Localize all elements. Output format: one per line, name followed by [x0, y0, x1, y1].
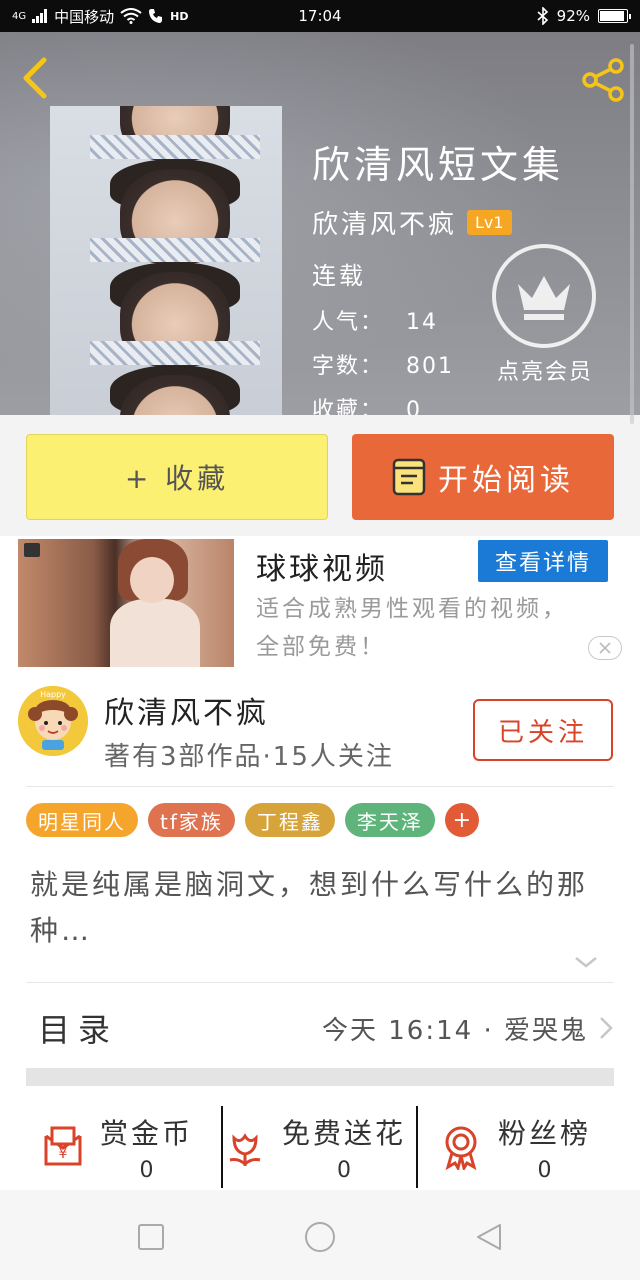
add-tag-button[interactable]: +: [444, 803, 479, 837]
svg-text:¥: ¥: [59, 1146, 68, 1162]
tag-list: 明星同人 tf家族 丁程鑫 李天泽 +: [26, 803, 479, 837]
phone-hd-icon: [149, 9, 163, 23]
reward-flowers[interactable]: 免费送花 0: [222, 1104, 406, 1190]
status-left: 4G 中国移动 HD: [12, 6, 188, 27]
tag-item[interactable]: 丁程鑫: [244, 803, 335, 837]
hd-indicator: HD: [170, 9, 189, 23]
close-icon: [599, 642, 611, 654]
word-count-value: 801: [406, 354, 455, 379]
wifi-icon: [120, 8, 142, 24]
status-bar: 4G 中国移动 HD 17:04 92%: [0, 0, 640, 32]
reward-coins[interactable]: ¥ 赏金币 0: [40, 1104, 193, 1190]
tag-item[interactable]: 李天泽: [344, 803, 435, 837]
recent-apps-button[interactable]: [136, 1222, 166, 1252]
word-count-label: 字数：: [312, 354, 385, 379]
battery-icon: [598, 9, 631, 23]
battery-percent: 92%: [556, 7, 590, 25]
status-right: 92%: [537, 7, 631, 25]
ad-title[interactable]: 球球视频: [256, 544, 388, 588]
book-icon: [392, 458, 426, 496]
reward-separator: [416, 1106, 418, 1188]
cover-photo-strip: [50, 159, 282, 264]
favorites-label: 收藏：: [312, 398, 385, 415]
reward-label: 赏金币: [100, 1116, 194, 1150]
cover-photo-strip: [50, 365, 282, 415]
bluetooth-icon: [537, 7, 548, 25]
medal-icon: [445, 1126, 477, 1170]
book-cover[interactable]: [50, 106, 282, 415]
avatar-text: Happy: [40, 690, 66, 699]
word-count-stat: 字数： 801: [312, 348, 454, 380]
popularity-stat: 人气： 14: [312, 304, 438, 336]
latest-chapter: 今天 16:14 · 爱哭鬼: [322, 1015, 588, 1046]
network-type: 4G: [12, 10, 27, 22]
favorites-value: 0: [406, 398, 423, 415]
chevron-down-icon[interactable]: [572, 952, 600, 972]
divider: [26, 982, 614, 983]
start-reading-label: 开始阅读: [438, 463, 574, 498]
reward-count: 0: [537, 1157, 552, 1183]
vip-label[interactable]: 点亮会员: [470, 354, 620, 386]
reward-label: 免费送花: [282, 1116, 407, 1150]
section-separator: [26, 1068, 614, 1086]
reward-count: 0: [139, 1157, 154, 1183]
divider: [26, 786, 614, 787]
popularity-value: 14: [406, 310, 439, 335]
chevron-right-icon: [600, 1017, 613, 1039]
favorites-stat: 收藏： 0: [312, 392, 422, 415]
ad-image[interactable]: [18, 539, 234, 667]
collect-button[interactable]: + 收藏: [26, 434, 328, 520]
book-author[interactable]: 欣清风不疯: [312, 204, 457, 241]
popularity-label: 人气：: [312, 310, 385, 335]
table-of-contents-row[interactable]: 目录 今天 16:14 · 爱哭鬼: [26, 998, 614, 1058]
serial-status: 连载: [312, 262, 366, 290]
crown-icon: [518, 276, 570, 320]
reward-count: 0: [337, 1157, 351, 1183]
ad-source-avatar: [24, 543, 40, 557]
author-avatar[interactable]: Happy: [18, 686, 88, 756]
vip-button[interactable]: [492, 244, 596, 348]
start-reading-button[interactable]: 开始阅读: [352, 434, 614, 520]
signal-icon: [32, 9, 48, 23]
reward-fan-rank[interactable]: 粉丝榜 0: [438, 1104, 591, 1190]
share-button[interactable]: [580, 56, 628, 104]
cover-photo-strip: [50, 262, 282, 367]
scrollbar[interactable]: [630, 44, 634, 424]
ad-description[interactable]: 适合成熟男性观看的视频，全部免费！: [256, 590, 586, 666]
reward-label: 粉丝榜: [498, 1116, 592, 1150]
author-row[interactable]: 欣清风不疯 Lv1: [312, 204, 512, 241]
cover-photo-strip: [50, 106, 282, 161]
tag-item[interactable]: tf家族: [148, 803, 235, 837]
author-name[interactable]: 欣清风不疯: [104, 688, 269, 732]
author-meta: 著有3部作品·15人关注: [104, 742, 394, 772]
coin-envelope-icon: ¥: [44, 1126, 82, 1166]
ad-detail-button[interactable]: 查看详情: [478, 540, 608, 582]
carrier-name: 中国移动: [54, 7, 115, 26]
ad-close-button[interactable]: [588, 636, 622, 660]
back-button[interactable]: [16, 54, 56, 102]
home-button[interactable]: [304, 1221, 336, 1253]
tag-item[interactable]: 明星同人: [26, 803, 138, 837]
book-title: 欣清风短文集: [312, 143, 565, 187]
flower-icon: [229, 1133, 261, 1166]
book-header: 欣清风短文集 欣清风不疯 Lv1 连载 人气： 14 字数： 801 收藏： 0 点亮…: [0, 32, 640, 415]
level-badge: Lv1: [467, 210, 512, 235]
toc-label: 目录: [38, 1011, 119, 1049]
follow-button[interactable]: 已关注: [473, 699, 613, 761]
cartoon-girl-avatar: Happy: [18, 686, 88, 756]
book-summary[interactable]: 就是纯属是脑洞文，想到什么写什么的那种…: [30, 862, 610, 954]
back-nav-button[interactable]: [474, 1222, 504, 1252]
